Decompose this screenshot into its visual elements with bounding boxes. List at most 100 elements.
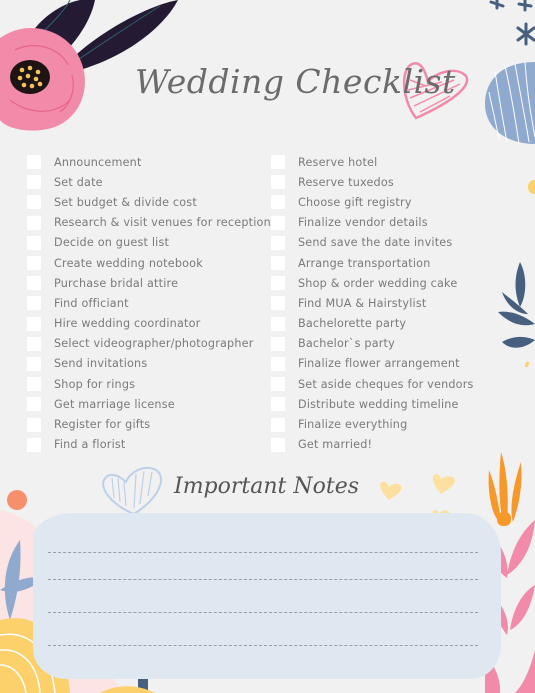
checklist-item[interactable]: Research & visit venues for reception xyxy=(27,213,271,233)
checklist-item-label: Find officiant xyxy=(54,296,129,310)
checkbox[interactable] xyxy=(27,397,41,412)
checklist-item[interactable]: Create wedding notebook xyxy=(27,253,271,273)
checklist-item[interactable]: Reserve hotel xyxy=(271,152,474,172)
checkbox[interactable] xyxy=(27,377,41,392)
checklist-item[interactable]: Set date xyxy=(27,172,271,192)
checklist-item[interactable]: Decide on guest list xyxy=(27,233,271,253)
checklist-item[interactable]: Purchase bridal attire xyxy=(27,273,271,293)
checklist-item-label: Find MUA & Hairstylist xyxy=(298,296,427,310)
notes-title: Important Notes xyxy=(174,474,360,499)
checklist-item-label: Finalize flower arrangement xyxy=(298,357,460,371)
checklist-item[interactable]: Finalize vendor details xyxy=(271,213,474,233)
checkbox[interactable] xyxy=(27,276,41,291)
checklist-item-label: Set date xyxy=(54,175,103,189)
checkbox[interactable] xyxy=(271,397,285,412)
note-line[interactable] xyxy=(48,612,478,613)
checkbox[interactable] xyxy=(27,336,41,351)
note-line[interactable] xyxy=(48,552,478,553)
checklist-item[interactable]: Set aside cheques for vendors xyxy=(271,374,474,394)
coral-dot xyxy=(7,490,27,510)
yellow-dot xyxy=(528,180,535,194)
checklist-item-label: Set aside cheques for vendors xyxy=(298,377,474,391)
checklist-item-label: Choose gift registry xyxy=(298,195,412,209)
page-title: Wedding Checklist xyxy=(135,62,456,101)
checkbox[interactable] xyxy=(271,437,285,452)
checklist-item-label: Register for gifts xyxy=(54,418,151,432)
blue-heart-icon xyxy=(102,466,162,516)
checklist-item-label: Reserve tuxedos xyxy=(298,175,394,189)
checklist-item-label: Shop for rings xyxy=(54,377,136,391)
note-line[interactable] xyxy=(48,579,478,580)
checklist-item[interactable]: Bachelor`s party xyxy=(271,334,474,354)
asterisk-decoration xyxy=(489,0,535,46)
checklist-item[interactable]: Reserve tuxedos xyxy=(271,172,474,192)
checklist-item-label: Send invitations xyxy=(54,357,148,371)
checkbox[interactable] xyxy=(271,296,285,311)
checkbox[interactable] xyxy=(271,235,285,250)
notes-area[interactable] xyxy=(33,513,501,679)
striped-circle-decoration xyxy=(485,62,535,144)
checklist-item-label: Research & visit venues for reception xyxy=(54,216,271,230)
checklist-right-column: Reserve hotel Reserve tuxedos Choose gif… xyxy=(271,152,474,455)
checklist-item-label: Get marriage license xyxy=(54,397,175,411)
checkbox[interactable] xyxy=(27,316,41,331)
checklist-item-label: Bachelorette party xyxy=(298,317,407,331)
checkbox[interactable] xyxy=(27,296,41,311)
checkbox[interactable] xyxy=(271,175,285,190)
checklist-item-label: Set budget & divide cost xyxy=(54,195,197,209)
checklist-item-label: Purchase bridal attire xyxy=(54,276,179,290)
checklist-item[interactable]: Bachelorette party xyxy=(271,314,474,334)
checklist-item[interactable]: Find officiant xyxy=(27,293,271,313)
leaf-branch-decoration xyxy=(498,262,535,367)
checklist-item[interactable]: Find MUA & Hairstylist xyxy=(271,293,474,313)
checklist-item-label: Shop & order wedding cake xyxy=(298,276,458,290)
checklist-item-label: Find a florist xyxy=(54,438,126,452)
checklist-item[interactable]: Shop & order wedding cake xyxy=(271,273,474,293)
checkbox[interactable] xyxy=(271,256,285,271)
checkbox[interactable] xyxy=(27,437,41,452)
checklist-item[interactable]: Get married! xyxy=(271,435,474,455)
checklist-item[interactable]: Distribute wedding timeline xyxy=(271,394,474,414)
checkbox[interactable] xyxy=(271,215,285,230)
checklist-item[interactable]: Choose gift registry xyxy=(271,192,474,212)
checklist-item-label: Announcement xyxy=(54,155,142,169)
checklist-item-label: Bachelor`s party xyxy=(298,337,395,351)
checkbox[interactable] xyxy=(27,155,41,170)
checkbox[interactable] xyxy=(271,356,285,371)
checklist-item-label: Finalize everything xyxy=(298,418,408,432)
checkbox[interactable] xyxy=(27,256,41,271)
checklist-item[interactable]: Send save the date invites xyxy=(271,233,474,253)
checklist-item[interactable]: Register for gifts xyxy=(27,414,271,434)
checklist-item-label: Arrange transportation xyxy=(298,256,431,270)
checklist-item[interactable]: Hire wedding coordinator xyxy=(27,314,271,334)
checklist-item-label: Send save the date invites xyxy=(298,236,453,250)
checklist-item[interactable]: Find a florist xyxy=(27,435,271,455)
checkbox[interactable] xyxy=(27,175,41,190)
checklist-item[interactable]: Set budget & divide cost xyxy=(27,192,271,212)
checklist-item[interactable]: Announcement xyxy=(27,152,271,172)
checklist-item[interactable]: Finalize flower arrangement xyxy=(271,354,474,374)
checkbox[interactable] xyxy=(27,417,41,432)
checkbox[interactable] xyxy=(271,417,285,432)
checklist-item-label: Get married! xyxy=(298,438,373,452)
checkbox[interactable] xyxy=(271,155,285,170)
checklist-item-label: Create wedding notebook xyxy=(54,256,203,270)
note-line[interactable] xyxy=(48,645,478,646)
checkbox[interactable] xyxy=(271,316,285,331)
checkbox[interactable] xyxy=(27,195,41,210)
checklist-left-column: Announcement Set date Set budget & divid… xyxy=(27,152,271,455)
checkbox[interactable] xyxy=(271,336,285,351)
checklist-item[interactable]: Shop for rings xyxy=(27,374,271,394)
checkbox[interactable] xyxy=(27,356,41,371)
checkbox[interactable] xyxy=(271,377,285,392)
checkbox[interactable] xyxy=(27,215,41,230)
checklist-item[interactable]: Get marriage license xyxy=(27,394,271,414)
checklist-item-label: Decide on guest list xyxy=(54,236,170,250)
checkbox[interactable] xyxy=(271,195,285,210)
checklist-item[interactable]: Arrange transportation xyxy=(271,253,474,273)
checkbox[interactable] xyxy=(27,235,41,250)
checkbox[interactable] xyxy=(271,276,285,291)
checklist-item[interactable]: Select videographer/photographer xyxy=(27,334,271,354)
checklist-item[interactable]: Finalize everything xyxy=(271,414,474,434)
checklist-item[interactable]: Send invitations xyxy=(27,354,271,374)
